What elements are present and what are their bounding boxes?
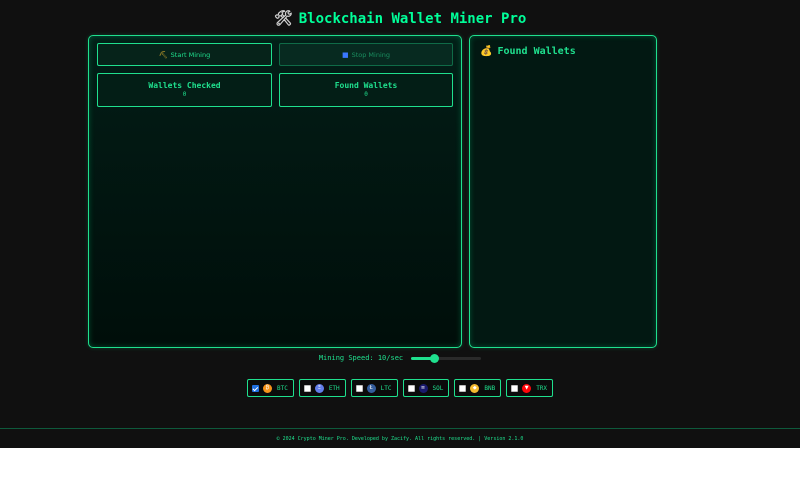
found-wallets-title-text: Found Wallets [497, 46, 576, 57]
start-mining-button[interactable]: ⛏ Start Mining [97, 43, 272, 66]
coin-checkbox[interactable] [511, 384, 519, 392]
money-bag-icon: 💰 [480, 46, 493, 57]
coin-checkbox[interactable] [459, 384, 467, 392]
pickaxe-icon: ⛏ [158, 50, 168, 59]
coin-label: LTC [380, 384, 392, 392]
coin-label: BNB [484, 384, 496, 392]
sol-logo-icon: ≡ [418, 383, 428, 393]
stop-mining-label: Stop Mining [351, 50, 391, 59]
btc-logo-icon: ₿ [262, 383, 272, 393]
mining-speed-label: Mining Speed: 10/sec [318, 354, 404, 362]
coin-label: ETH [328, 384, 340, 392]
found-wallets-value: 0 [364, 91, 368, 98]
coin-option-ltc[interactable]: Ł LTC [350, 379, 398, 397]
page-title-text: Blockchain Wallet Miner Pro [298, 11, 527, 27]
coin-checkbox[interactable] [407, 384, 415, 392]
footer-text: © 2024 Crypto Miner Pro. Developed by Za… [276, 436, 524, 442]
found-wallets-stat: Found Wallets 0 [279, 73, 453, 107]
mining-speed-slider[interactable] [411, 353, 482, 363]
mining-panel: ⛏ Start Mining ■ Stop Mining Wallets Che… [88, 35, 462, 348]
stop-icon: ■ [341, 50, 349, 59]
page-title: 🛠 Blockchain Wallet Miner Pro [0, 9, 800, 27]
wallets-checked-label: Wallets Checked [148, 81, 221, 90]
coin-checkbox[interactable] [355, 384, 363, 392]
coin-checkbox[interactable] [251, 384, 259, 392]
tools-icon: 🛠 [273, 9, 293, 27]
coin-selector: ₿ BTC Ξ ETH Ł LTC ≡ SOL ◆ BNB ▼ TRX [0, 379, 800, 397]
mining-speed-slider-handle[interactable] [429, 353, 439, 363]
coin-option-trx[interactable]: ▼ TRX [506, 379, 554, 397]
coin-option-btc[interactable]: ₿ BTC [246, 379, 294, 397]
coin-label: BTC [276, 384, 288, 392]
coin-label: SOL [432, 384, 444, 392]
found-wallets-label: Found Wallets [334, 81, 398, 90]
coin-option-bnb[interactable]: ◆ BNB [454, 379, 502, 397]
ltc-logo-icon: Ł [366, 383, 376, 393]
mining-speed-control: Mining Speed: 10/sec [0, 353, 800, 363]
bnb-logo-icon: ◆ [470, 383, 480, 393]
trx-logo-icon: ▼ [522, 383, 532, 393]
wallets-checked-stat: Wallets Checked 0 [97, 73, 272, 107]
app-window: 🛠 Blockchain Wallet Miner Pro ⛏ Start Min… [0, 0, 800, 448]
stop-mining-button[interactable]: ■ Stop Mining [279, 43, 453, 66]
coin-label: TRX [536, 384, 548, 392]
found-wallets-panel: 💰 Found Wallets [469, 35, 657, 348]
eth-logo-icon: Ξ [314, 383, 324, 393]
wallets-checked-value: 0 [182, 91, 187, 98]
coin-checkbox[interactable] [303, 384, 311, 392]
found-wallets-title: 💰 Found Wallets [480, 46, 576, 57]
start-mining-label: Start Mining [170, 50, 211, 59]
coin-option-eth[interactable]: Ξ ETH [298, 379, 346, 397]
coin-option-sol[interactable]: ≡ SOL [402, 379, 450, 397]
footer-divider [0, 428, 800, 429]
